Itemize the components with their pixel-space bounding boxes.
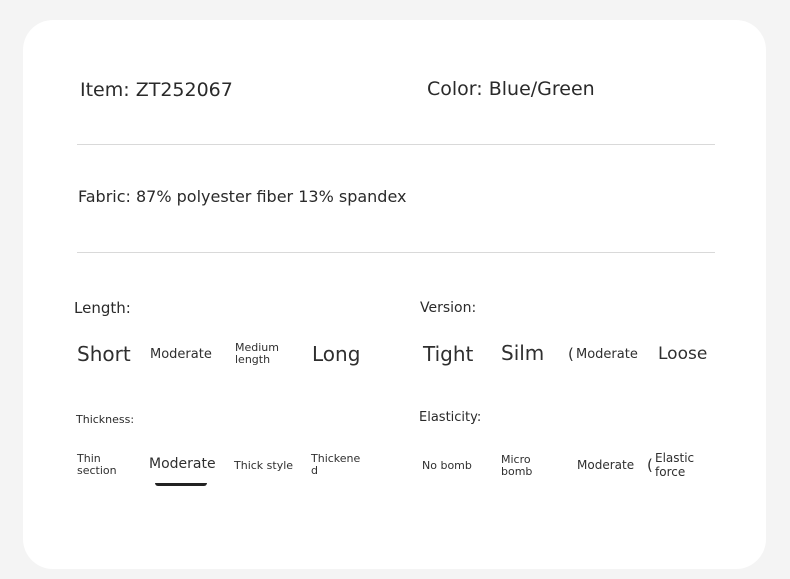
elasticity-option-elastic-force: Elastic force [655, 451, 695, 479]
item-number: Item: ZT252067 [80, 79, 233, 101]
divider [77, 144, 715, 145]
divider [77, 252, 715, 253]
length-option-long: Long [312, 342, 361, 366]
version-title: Version: [420, 300, 477, 316]
length-option-short: Short [77, 342, 131, 366]
elasticity-option-no-bomb: No bomb [422, 459, 472, 472]
elasticity-marker-icon: ( [647, 456, 653, 474]
thickness-option-thin: Thin section [77, 452, 117, 477]
version-option-loose: Loose [658, 344, 708, 364]
elasticity-option-moderate: Moderate [577, 458, 635, 472]
version-marker-icon: ( [568, 345, 574, 363]
thickness-option-thickened: Thickened [311, 452, 361, 477]
color-info: Color: Blue/Green [427, 78, 595, 100]
thickness-title: Thickness: [76, 413, 135, 426]
spec-card [23, 20, 766, 569]
version-option-moderate: Moderate [576, 347, 638, 362]
length-option-medium: Medium length [235, 341, 279, 366]
version-option-silm: Silm [501, 341, 545, 365]
length-title: Length: [74, 299, 131, 317]
fabric-info: Fabric: 87% polyester fiber 13% spandex [78, 187, 407, 206]
selected-underline [155, 483, 207, 486]
thickness-option-moderate: Moderate [149, 456, 216, 472]
elasticity-option-micro-bomb: Micro bomb [501, 453, 533, 478]
version-option-tight: Tight [423, 342, 474, 366]
thickness-option-thick: Thick style [234, 459, 294, 472]
length-option-moderate: Moderate [150, 347, 212, 362]
elasticity-title: Elasticity: [419, 410, 482, 425]
